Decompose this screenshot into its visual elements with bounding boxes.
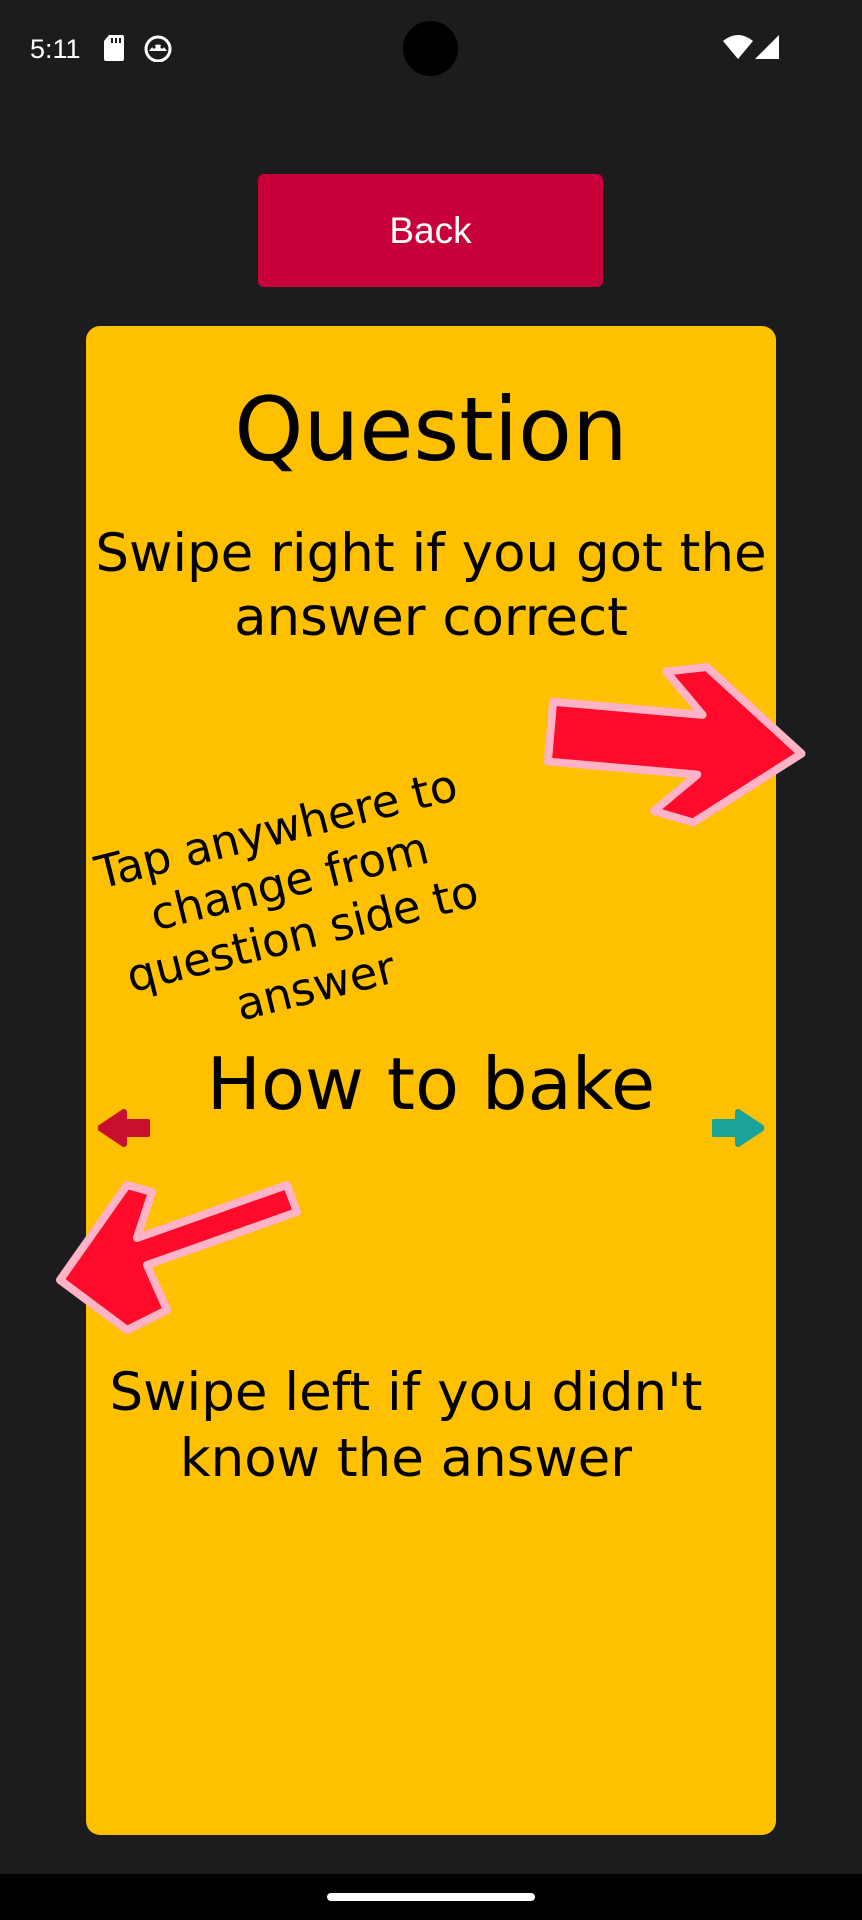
home-indicator[interactable] xyxy=(327,1893,535,1901)
arrow-right-small-icon xyxy=(712,1109,764,1147)
sd-card-icon xyxy=(104,35,124,61)
arrow-down-left-icon xyxy=(56,1181,301,1334)
arrow-right-icon xyxy=(543,663,806,827)
wifi-icon xyxy=(723,35,753,59)
back-button[interactable]: Back xyxy=(258,174,603,287)
swipe-right-hint: Swipe right if you got the answer correc… xyxy=(95,523,767,648)
card-side-title: Question xyxy=(234,378,628,481)
camera-cutout xyxy=(403,21,458,76)
swipe-left-hint: Swipe left if you didn't know the answer xyxy=(109,1362,703,1489)
android-debug-icon xyxy=(144,35,172,62)
cell-signal-icon xyxy=(755,35,779,59)
status-bar: 5:11 xyxy=(0,0,862,96)
status-time: 5:11 xyxy=(30,34,81,64)
arrow-left-small-icon xyxy=(98,1109,150,1147)
